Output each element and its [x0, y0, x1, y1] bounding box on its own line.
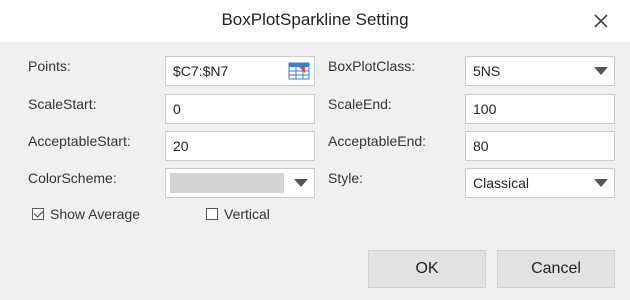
chevron-down-icon[interactable]: [588, 169, 614, 197]
acceptablestart-value: 20: [173, 138, 189, 154]
show-average-checkbox[interactable]: Show Average: [32, 206, 140, 222]
dialog-title: BoxPlotSparkline Setting: [221, 10, 409, 29]
chevron-down-icon[interactable]: [288, 169, 314, 197]
dialog-content: Points: $C7:$N7 BoxPlotClass: 5NS ScaleS…: [0, 42, 630, 300]
points-input[interactable]: $C7:$N7: [165, 56, 315, 86]
scalestart-input[interactable]: 0: [165, 94, 315, 124]
style-select[interactable]: Classical: [465, 168, 615, 198]
scalestart-label: ScaleStart:: [28, 96, 97, 112]
ok-button[interactable]: OK: [368, 250, 486, 288]
boxplotclass-label: BoxPlotClass:: [328, 58, 416, 74]
vertical-checkbox[interactable]: Vertical: [206, 206, 270, 222]
style-value: Classical: [473, 175, 530, 191]
boxplotclass-value: 5NS: [473, 63, 501, 79]
vertical-label: Vertical: [224, 206, 270, 222]
scaleend-label: ScaleEnd:: [328, 96, 392, 112]
checkbox-checked-icon[interactable]: [32, 208, 44, 220]
colorscheme-swatch: [170, 173, 284, 193]
close-icon[interactable]: [592, 12, 610, 30]
boxplotclass-select[interactable]: 5NS: [465, 56, 615, 86]
acceptableend-label: AcceptableEnd:: [328, 133, 427, 149]
chevron-down-icon[interactable]: [588, 57, 614, 85]
show-average-label: Show Average: [50, 206, 141, 222]
points-value: $C7:$N7: [173, 63, 229, 79]
dialog-titlebar: BoxPlotSparkline Setting: [0, 0, 630, 42]
range-select-icon[interactable]: [288, 62, 310, 80]
acceptableend-input[interactable]: 80: [465, 131, 615, 161]
acceptablestart-label: AcceptableStart:: [28, 133, 131, 149]
acceptablestart-input[interactable]: 20: [165, 131, 315, 161]
scaleend-input[interactable]: 100: [465, 94, 615, 124]
scaleend-value: 100: [473, 101, 497, 117]
points-label: Points:: [28, 58, 71, 74]
cancel-button[interactable]: Cancel: [497, 250, 615, 288]
checkbox-unchecked-icon[interactable]: [206, 208, 218, 220]
style-label: Style:: [328, 170, 364, 186]
acceptableend-value: 80: [473, 138, 489, 154]
scalestart-value: 0: [173, 101, 181, 117]
colorscheme-label: ColorScheme:: [28, 170, 117, 186]
colorscheme-select[interactable]: [165, 168, 315, 198]
